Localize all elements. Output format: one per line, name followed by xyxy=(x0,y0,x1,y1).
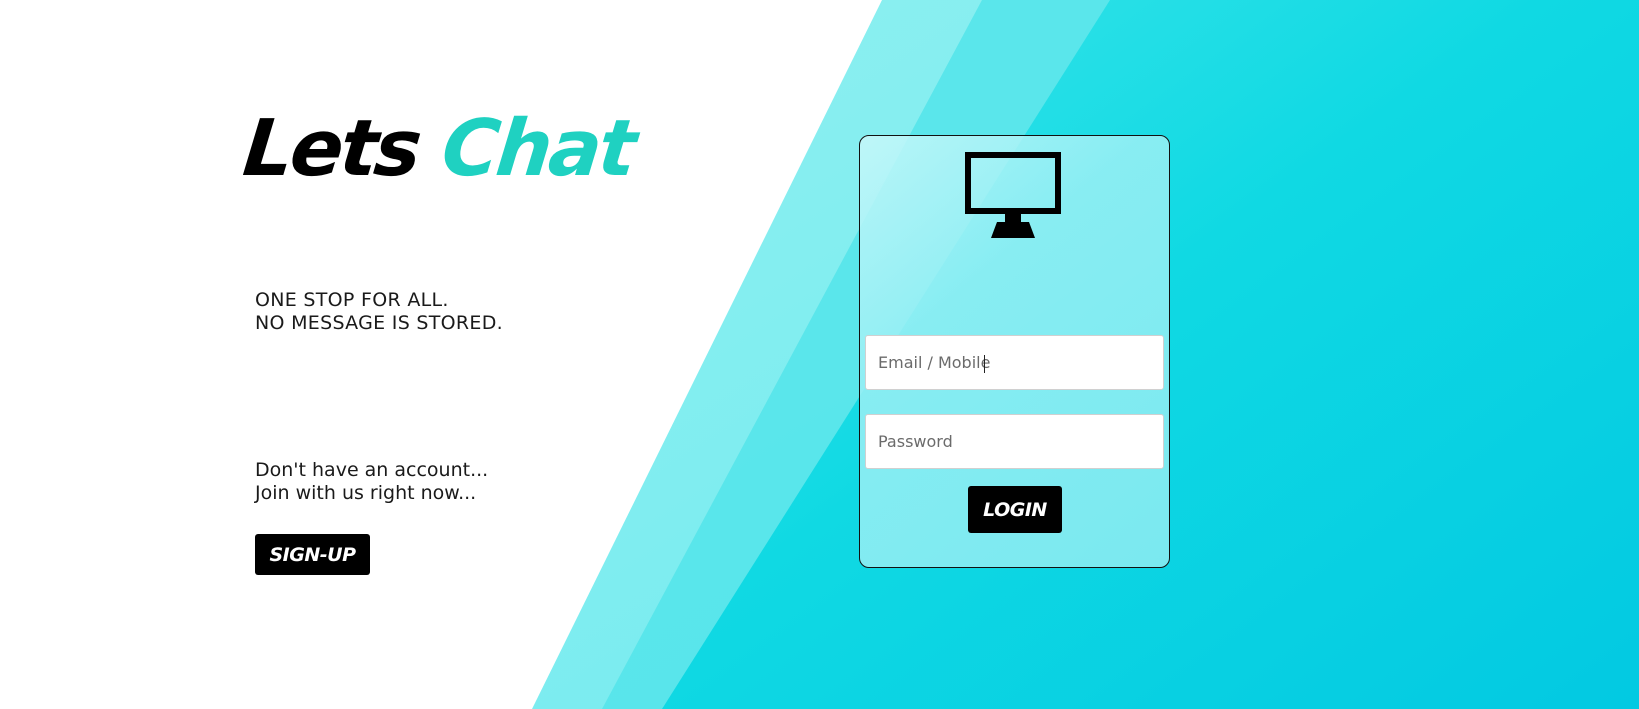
tagline-line-2: NO MESSAGE IS STORED. xyxy=(255,312,504,334)
brand-word-lets: Lets xyxy=(239,104,424,194)
brand-logo: Lets Chat xyxy=(239,103,638,195)
signup-prompt: Don't have an account... Join with us ri… xyxy=(255,459,488,505)
tagline: ONE STOP FOR ALL. NO MESSAGE IS STORED. xyxy=(255,289,503,335)
signup-button[interactable]: SIGN-UP xyxy=(255,534,370,575)
login-card: LOGIN xyxy=(859,135,1170,568)
password-input[interactable] xyxy=(865,414,1164,469)
signup-prompt-line-1: Don't have an account... xyxy=(255,459,489,481)
signup-prompt-line-2: Join with us right now... xyxy=(255,482,477,504)
text-caret xyxy=(984,355,985,373)
tagline-line-1: ONE STOP FOR ALL. xyxy=(255,289,449,311)
page: Lets Chat ONE STOP FOR ALL. NO MESSAGE I… xyxy=(0,0,1639,709)
brand-word-chat: Chat xyxy=(437,104,638,194)
login-button[interactable]: LOGIN xyxy=(968,486,1062,533)
email-mobile-input[interactable] xyxy=(865,335,1164,390)
monitor-icon xyxy=(965,152,1061,238)
background-shape xyxy=(532,0,1639,709)
